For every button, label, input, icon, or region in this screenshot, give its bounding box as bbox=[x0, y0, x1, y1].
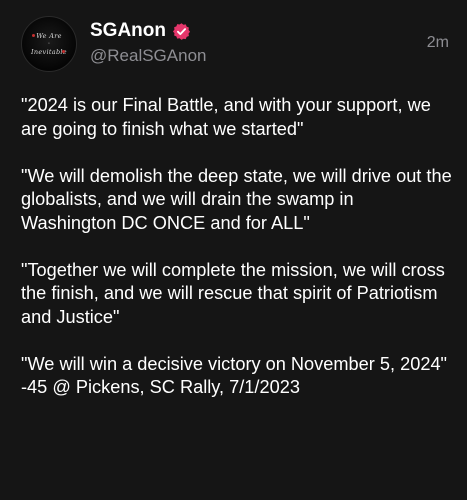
verified-badge-icon bbox=[172, 22, 191, 40]
post-paragraph: "We will demolish the deep state, we wil… bbox=[21, 165, 452, 233]
post-paragraph: "2024 is our Final Battle, and with your… bbox=[21, 95, 431, 139]
avatar-accent-dot bbox=[32, 34, 35, 37]
author-handle[interactable]: @RealSGAnon bbox=[90, 46, 207, 66]
timestamp: 2m bbox=[426, 34, 449, 51]
avatar-accent-dot bbox=[62, 50, 65, 53]
post-header: We Are ◦ Inevitable SGAnon @RealSGAnon 2… bbox=[21, 16, 449, 76]
post-body: "2024 is our Final Battle, and with your… bbox=[21, 94, 453, 400]
display-name-row: SGAnon bbox=[90, 20, 207, 42]
avatar-text-line: We Are bbox=[36, 32, 62, 40]
display-name[interactable]: SGAnon bbox=[90, 20, 166, 42]
avatar[interactable]: We Are ◦ Inevitable bbox=[21, 16, 77, 72]
post-paragraph: "We will win a decisive victory on Novem… bbox=[21, 353, 448, 398]
author-names: SGAnon @RealSGAnon bbox=[90, 20, 207, 66]
avatar-divider: ◦ bbox=[47, 41, 51, 47]
avatar-text-line: Inevitable bbox=[31, 48, 67, 56]
post: We Are ◦ Inevitable SGAnon @RealSGAnon 2… bbox=[0, 0, 467, 500]
post-paragraph: "Together we will complete the mission, … bbox=[21, 259, 445, 327]
